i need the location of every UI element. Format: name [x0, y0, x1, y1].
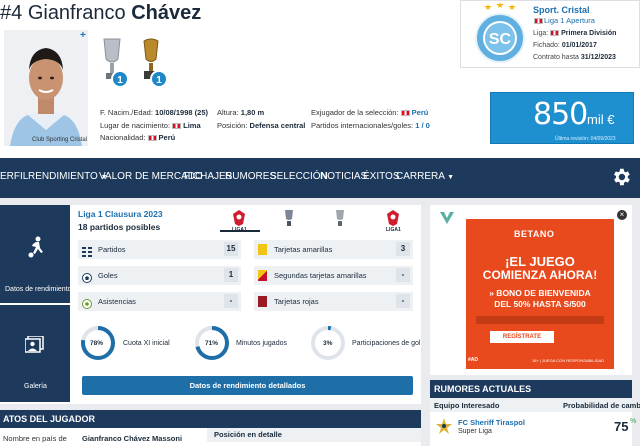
photo-caption: Club Sporting Cristal [32, 137, 88, 143]
peru-flag-icon [400, 110, 410, 117]
stat-value-games[interactable]: 15 [224, 242, 238, 256]
stat-label: Goles [98, 271, 118, 280]
player-photo[interactable] [4, 30, 88, 146]
birth-info: F. Nacim./Edad: 10/08/1998 (25) [100, 108, 208, 117]
market-value-unit: mil € [587, 112, 615, 127]
liga1-tab-label: LIGA1 [386, 227, 401, 233]
red-card-icon [258, 296, 267, 307]
sheriff-crest-icon [436, 418, 452, 441]
donut-pct: 78% [90, 340, 104, 347]
rumors-col-team: Equipo Interesado [434, 401, 500, 410]
gear-icon[interactable] [610, 166, 632, 188]
nav-item-perfil[interactable]: ERFIL [0, 171, 28, 182]
player-first-name: Gianfranco [27, 2, 126, 24]
page-root: #4 Gianfranco Chávez + Club Sporting Cri… [0, 0, 640, 446]
side-tab-gallery-label: Galería [24, 383, 47, 390]
side-tab-performance-label: Datos de rendimiento [5, 286, 72, 293]
birthplace-info: Lugar de nacimiento: Lima [100, 121, 201, 130]
nav-item-rendimiento[interactable]: RENDIMIENTO ▼ [28, 171, 108, 182]
soccer-player-icon [26, 236, 46, 263]
nationality-info: Nacionalidad: Perú [100, 133, 176, 142]
rumor-team-link[interactable]: FC Sheriff Tiraspol [458, 418, 525, 427]
ad-headline-2: COMIENZA AHORA! [482, 268, 598, 282]
ad-close-icon[interactable]: × [617, 210, 627, 220]
yellow-card-icon [258, 244, 267, 255]
height-info: Altura: 1,80 m [217, 108, 265, 117]
ad-brand: BETANO [514, 229, 555, 239]
rumors-col-probability: Probabilidad de cambio [563, 401, 640, 410]
ad-headline-1: ¡EL JUEGO [505, 254, 575, 269]
gallery-icon [24, 335, 45, 359]
title-count-badge: 1 [111, 70, 129, 88]
copa-sudamericana-tab-icon[interactable] [334, 210, 346, 231]
ad-tag: #AD [468, 357, 479, 363]
stat-value-assists[interactable]: - [224, 294, 238, 308]
club-crest-icon[interactable]: SC [472, 2, 528, 64]
position-info: Posición: Defensa central [217, 121, 306, 130]
player-number: #4 [0, 2, 23, 24]
stat-label: Segundas tarjetas amarillas [274, 271, 367, 280]
ad-register-button[interactable]: REGÍSTRATE [490, 331, 554, 343]
stat-label: Partidos [98, 245, 126, 254]
market-value-amount: 850 [533, 97, 588, 132]
yellow-red-card-icon [258, 270, 267, 281]
stat-label: Asistencias [98, 297, 136, 306]
club-signed-info: Fichado: 01/01/2017 [533, 42, 597, 49]
club-contract-info: Contrato hasta 31/12/2023 [533, 54, 616, 61]
stat-value-goals[interactable]: 1 [224, 268, 238, 282]
donut-label: Cuota XI inicial [123, 340, 170, 347]
peru-flag-icon [147, 135, 157, 142]
competition-title[interactable]: Liga 1 Clausura 2023 [78, 209, 163, 219]
games-icon [82, 244, 92, 262]
donut-pct: 3% [323, 340, 333, 347]
donut-label: Participaciones de gol [352, 340, 421, 347]
club-name-link[interactable]: Sport. Cristal [533, 5, 590, 15]
nav-item-carrera[interactable]: CARRERA ▼ [396, 171, 454, 182]
ball-icon [82, 270, 92, 288]
nav-item-rumores[interactable]: RUMORES [225, 171, 276, 182]
name-in-home-country-label: Nombre en país de [3, 434, 67, 443]
title-count-badge: 1 [150, 70, 168, 88]
stat-label: Tarjetas rojas [274, 297, 319, 306]
stat-value-second-yellow[interactable]: - [396, 268, 410, 282]
market-value-date: Última revisión: 04/09/2023 [555, 136, 616, 142]
stat-value-yellow[interactable]: 3 [396, 242, 410, 256]
detailed-performance-button[interactable]: Datos de rendimiento detallados [82, 376, 413, 395]
club-league-link[interactable]: Liga 1 Apertura [544, 16, 595, 25]
ad-promo-bar [476, 316, 604, 324]
peru-flag-icon [534, 18, 543, 24]
peru-flag-icon [172, 123, 182, 130]
stat-value-red[interactable]: - [396, 294, 410, 308]
donut-pct: 71% [205, 340, 219, 347]
position-detail-label: Posición en detalle [214, 430, 282, 439]
ad-footer: 18+ | JUEGA CON RESPONSABILIDAD [532, 358, 605, 363]
percent-icon: % [630, 418, 637, 425]
games-possible: 18 partidos posibles [78, 222, 161, 232]
rumors-title: RUMORES ACTUALES [434, 384, 532, 394]
nav-item-noticias[interactable]: NOTICIAS [320, 171, 367, 182]
national-team-info: Exjugador de la selección: Perú [311, 108, 429, 117]
club-league-info: Liga: Primera División [533, 30, 617, 37]
plus-icon[interactable]: + [80, 30, 86, 41]
copa-libertadores-tab-icon[interactable] [283, 210, 295, 231]
player-data-title: ATOS DEL JUGADOR [3, 414, 96, 424]
nav-item-exitos[interactable]: ÉXITOS [363, 171, 400, 182]
assist-icon [82, 296, 92, 314]
rumor-league: Super Liga [458, 428, 492, 435]
ad-choices-icon[interactable] [440, 211, 454, 229]
ad-offer-1: » BONO DE BIENVENIDA [489, 288, 591, 298]
name-in-home-country-value: Gianfranco Chávez Massoni [82, 434, 183, 443]
player-last-name: Chávez [131, 2, 202, 24]
peru-flag-icon [550, 30, 560, 37]
active-tab-underline [220, 230, 260, 232]
rumor-probability: 75 [614, 419, 629, 434]
stat-label: Tarjetas amarillas [274, 245, 333, 254]
caps-info: Partidos internacionales/goles: 1 / 0 [311, 121, 430, 130]
donut-label: Minutos jugados [236, 340, 287, 347]
player-name: #4 Gianfranco Chávez [0, 2, 201, 25]
caret-down-icon: ▼ [447, 174, 455, 181]
svg-text:SC: SC [489, 31, 512, 48]
ad-offer-2: DEL 50% HASTA S/500 [494, 299, 586, 309]
